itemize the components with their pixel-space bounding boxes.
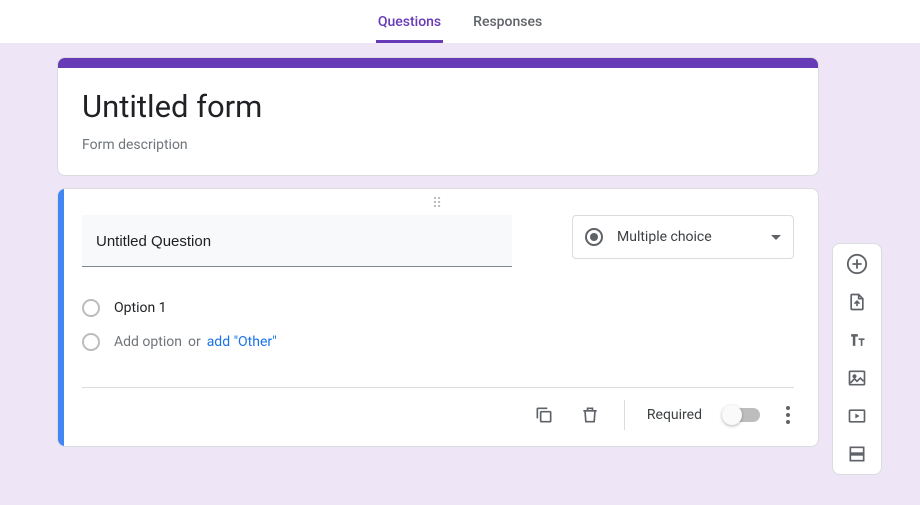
add-question-icon[interactable] — [845, 252, 869, 276]
tab-questions[interactable]: Questions — [376, 6, 443, 43]
add-option-row: Add option or add "Other" — [82, 325, 794, 359]
form-title[interactable]: Untitled form — [82, 88, 794, 125]
question-footer: Required — [82, 388, 794, 438]
add-option-text[interactable]: Add option — [114, 334, 182, 350]
drag-handle-icon[interactable]: ⠿ — [82, 195, 794, 215]
delete-icon[interactable] — [578, 403, 602, 427]
add-title-icon[interactable] — [845, 328, 869, 352]
form-tabs: Questions Responses — [0, 0, 920, 43]
required-label: Required — [647, 407, 702, 423]
add-other-link[interactable]: add "Other" — [207, 334, 277, 350]
add-image-icon[interactable] — [845, 366, 869, 390]
required-toggle[interactable] — [724, 408, 760, 422]
or-text: or — [188, 334, 201, 350]
add-video-icon[interactable] — [845, 404, 869, 428]
add-section-icon[interactable] — [845, 442, 869, 466]
import-questions-icon[interactable] — [845, 290, 869, 314]
radio-empty-icon — [82, 299, 100, 317]
question-type-label: Multiple choice — [617, 229, 757, 245]
form-header-card: Untitled form Form description — [57, 57, 819, 176]
option-row[interactable]: Option 1 — [82, 291, 794, 325]
question-title-field[interactable] — [82, 215, 512, 267]
question-type-select[interactable]: Multiple choice — [572, 215, 794, 259]
radio-filled-icon — [585, 228, 603, 246]
side-toolbar — [832, 243, 882, 475]
active-card-indicator — [58, 189, 64, 446]
more-options-icon[interactable] — [782, 402, 794, 428]
radio-empty-icon — [82, 333, 100, 351]
form-canvas: Untitled form Form description ⠿ Multipl… — [0, 43, 920, 505]
form-description[interactable]: Form description — [82, 137, 794, 153]
option-label[interactable]: Option 1 — [114, 300, 167, 316]
chevron-down-icon — [771, 235, 781, 240]
question-card: ⠿ Multiple choice Option 1 — [57, 188, 819, 447]
header-accent-bar — [58, 58, 818, 68]
question-title-input[interactable] — [96, 233, 498, 250]
duplicate-icon[interactable] — [532, 403, 556, 427]
vertical-divider — [624, 400, 625, 430]
options-list: Option 1 Add option or add "Other" — [82, 291, 794, 359]
tab-responses[interactable]: Responses — [471, 6, 544, 43]
